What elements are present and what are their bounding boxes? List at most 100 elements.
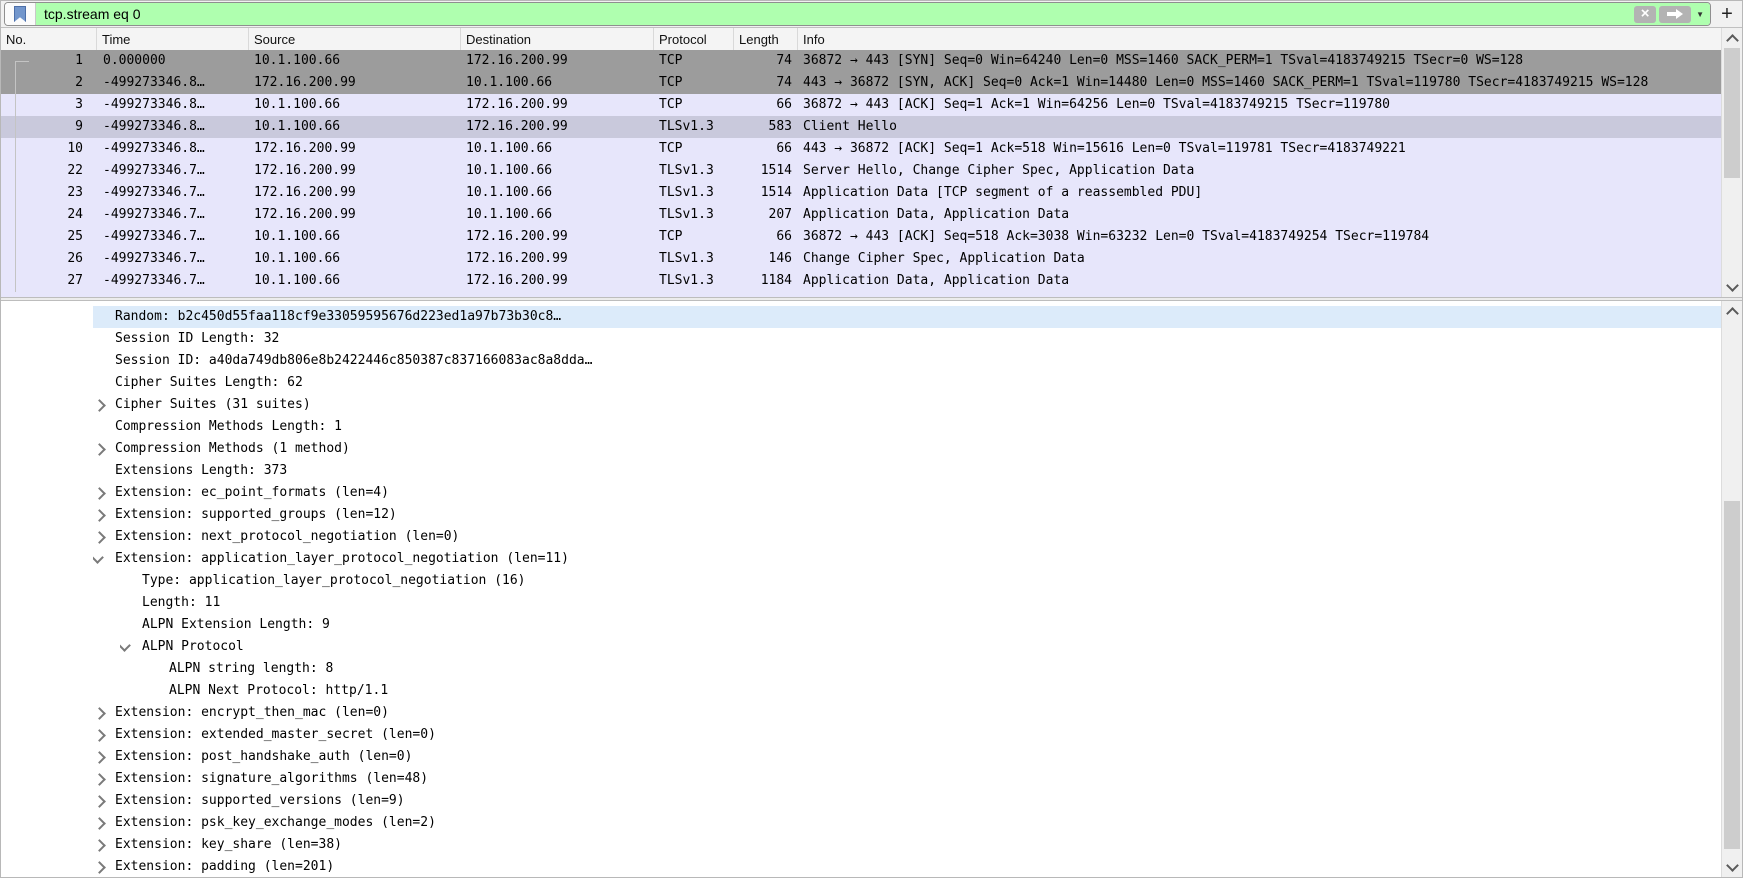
expand-chevron-right-icon[interactable] [93, 398, 106, 412]
cell-length: 1514 [760, 163, 792, 178]
detail-tree-row[interactable]: Length: 11 [1, 592, 1721, 614]
display-filter-box: tcp.stream eq 0 × ▼ [4, 2, 1711, 26]
collapse-chevron-down-icon[interactable] [93, 551, 104, 564]
tree-row-text: ALPN string length: 8 [169, 661, 334, 676]
add-filter-button[interactable]: + [1715, 3, 1739, 25]
expand-chevron-right-icon[interactable] [93, 750, 106, 764]
expand-chevron-right-icon[interactable] [93, 728, 106, 742]
packet-row[interactable]: 1 0.000000 10.1.100.66 172.16.200.99 TCP… [1, 50, 1721, 73]
cell-time: -499273346.7… [103, 163, 205, 178]
tree-row-text: Extension: supported_groups (len=12) [115, 507, 397, 522]
detail-tree-row[interactable]: Cipher Suites (31 suites) [1, 394, 1721, 416]
packet-row[interactable]: 27 -499273346.7… 10.1.100.66 172.16.200.… [1, 270, 1721, 292]
expand-chevron-right-icon[interactable] [93, 530, 106, 544]
detail-tree-row[interactable]: Compression Methods (1 method) [1, 438, 1721, 460]
column-header-length[interactable]: Length [734, 28, 798, 50]
expand-chevron-right-icon[interactable] [93, 860, 106, 874]
packet-row[interactable]: 24 -499273346.7… 172.16.200.99 10.1.100.… [1, 204, 1721, 226]
detail-tree-row[interactable]: Extension: application_layer_protocol_ne… [1, 548, 1721, 570]
detail-tree-row[interactable]: Extension: next_protocol_negotiation (le… [1, 526, 1721, 548]
filter-bookmark-button[interactable] [5, 3, 36, 25]
packet-rows: 1 0.000000 10.1.100.66 172.16.200.99 TCP… [1, 50, 1721, 297]
detail-tree-row[interactable]: ALPN Next Protocol: http/1.1 [1, 680, 1721, 702]
scrollbar-thumb[interactable] [1724, 48, 1740, 178]
scroll-up-button[interactable] [1722, 301, 1742, 321]
packet-row[interactable]: 9 -499273346.8… 10.1.100.66 172.16.200.9… [1, 116, 1721, 138]
expand-chevron-right-icon[interactable] [93, 838, 106, 852]
column-header-info[interactable]: Info [798, 28, 1721, 50]
wireshark-window: tcp.stream eq 0 × ▼ + No. Time Source De… [0, 0, 1743, 878]
filter-dropdown-button[interactable]: ▼ [1694, 10, 1706, 19]
expand-chevron-right-icon[interactable] [93, 794, 106, 808]
expand-chevron-right-icon[interactable] [93, 816, 106, 830]
column-header-source[interactable]: Source [249, 28, 461, 50]
detail-tree-row[interactable]: Extension: psk_key_exchange_modes (len=2… [1, 812, 1721, 834]
detail-tree-row[interactable]: Cipher Suites Length: 62 [1, 372, 1721, 394]
packet-row[interactable]: 23 -499273346.7… 172.16.200.99 10.1.100.… [1, 182, 1721, 204]
cell-source: 10.1.100.66 [254, 229, 341, 244]
scrollbar-thumb[interactable] [1724, 501, 1740, 849]
detail-tree-row[interactable]: Extension: key_share (len=38) [1, 834, 1721, 856]
tree-arrow-slot [93, 768, 115, 790]
detail-tree-row[interactable]: Extensions Length: 373 [1, 460, 1721, 482]
detail-tree-row[interactable]: Extension: encrypt_then_mac (len=0) [1, 702, 1721, 724]
detail-tree-row[interactable]: ALPN Protocol [1, 636, 1721, 658]
close-icon: × [1640, 4, 1650, 22]
expand-chevron-right-icon[interactable] [93, 486, 106, 500]
packet-row[interactable]: 22 -499273346.7… 172.16.200.99 10.1.100.… [1, 160, 1721, 182]
tree-row-body: Length: 11 [120, 592, 1721, 614]
packet-list-scrollbar[interactable] [1721, 28, 1742, 297]
detail-tree-row[interactable]: Compression Methods Length: 1 [1, 416, 1721, 438]
cell-info: Change Cipher Spec, Application Data [803, 251, 1085, 266]
tree-row-text: Extension: application_layer_protocol_ne… [115, 551, 569, 566]
tree-arrow-slot [93, 416, 115, 438]
filter-clear-button[interactable]: × [1634, 4, 1657, 23]
scroll-down-button[interactable] [1722, 277, 1742, 297]
cell-time: -499273346.7… [103, 229, 205, 244]
expand-chevron-right-icon[interactable] [93, 442, 106, 456]
packet-row[interactable]: 10 -499273346.8… 172.16.200.99 10.1.100.… [1, 138, 1721, 160]
tree-row-body: Session ID: a40da749db806e8b2422446c8503… [93, 350, 1721, 372]
detail-tree-row[interactable]: Extension: post_handshake_auth (len=0) [1, 746, 1721, 768]
packet-row[interactable]: 3 -499273346.8… 10.1.100.66 172.16.200.9… [1, 94, 1721, 116]
packet-row[interactable]: 26 -499273346.7… 10.1.100.66 172.16.200.… [1, 248, 1721, 270]
expand-chevron-right-icon[interactable] [93, 508, 106, 522]
column-header-no[interactable]: No. [1, 28, 97, 50]
detail-tree-row[interactable]: Extension: signature_algorithms (len=48) [1, 768, 1721, 790]
column-header-time[interactable]: Time [97, 28, 249, 50]
detail-tree-row[interactable]: Extension: supported_groups (len=12) [1, 504, 1721, 526]
detail-tree-row[interactable]: Type: application_layer_protocol_negotia… [1, 570, 1721, 592]
packet-row[interactable]: 2 -499273346.8… 172.16.200.99 10.1.100.6… [1, 72, 1721, 94]
display-filter-input[interactable]: tcp.stream eq 0 [36, 3, 1631, 25]
tree-row-body: ALPN string length: 8 [147, 658, 1721, 680]
packet-row[interactable]: 25 -499273346.7… 10.1.100.66 172.16.200.… [1, 226, 1721, 248]
expand-chevron-right-icon[interactable] [93, 706, 106, 720]
scroll-up-button[interactable] [1722, 28, 1742, 48]
detail-tree-row[interactable]: ALPN string length: 8 [1, 658, 1721, 680]
detail-scrollbar[interactable] [1721, 301, 1742, 877]
cell-protocol: TLSv1.3 [659, 251, 714, 266]
tree-row-text: ALPN Next Protocol: http/1.1 [169, 683, 389, 698]
filter-toolbar: tcp.stream eq 0 × ▼ + [1, 1, 1742, 28]
detail-tree-row[interactable]: Session ID Length: 32 [1, 328, 1721, 350]
expand-chevron-right-icon[interactable] [93, 772, 106, 786]
filter-apply-button[interactable] [1659, 5, 1692, 23]
stream-bracket-line [15, 182, 16, 204]
cell-time: -499273346.8… [103, 141, 205, 156]
tree-row-text: Cipher Suites Length: 62 [115, 375, 303, 390]
collapse-chevron-down-icon[interactable] [120, 639, 131, 652]
detail-tree-row[interactable]: Extension: ec_point_formats (len=4) [1, 482, 1721, 504]
detail-tree-row[interactable]: Session ID: a40da749db806e8b2422446c8503… [1, 350, 1721, 372]
column-header-destination[interactable]: Destination [461, 28, 654, 50]
cell-source: 172.16.200.99 [254, 163, 356, 178]
detail-tree-row[interactable]: Extension: extended_master_secret (len=0… [1, 724, 1721, 746]
column-header-protocol[interactable]: Protocol [654, 28, 734, 50]
detail-tree-row[interactable]: Extension: padding (len=201) [1, 856, 1721, 877]
cell-destination: 172.16.200.99 [466, 229, 568, 244]
detail-tree-row[interactable]: Random: b2c450d55faa118cf9e33059595676d2… [1, 306, 1721, 328]
detail-tree-row[interactable]: ALPN Extension Length: 9 [1, 614, 1721, 636]
scroll-down-button[interactable] [1722, 857, 1742, 877]
detail-tree-row[interactable]: Extension: supported_versions (len=9) [1, 790, 1721, 812]
tree-row-text: Extension: padding (len=201) [115, 859, 335, 874]
